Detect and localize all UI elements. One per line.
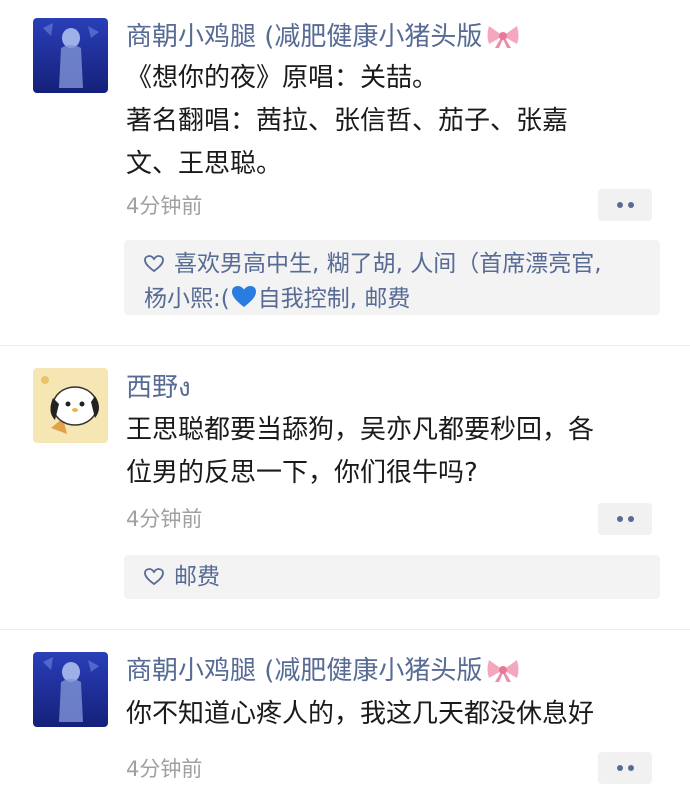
dot-icon xyxy=(616,765,623,771)
timestamp: 4分钟前 xyxy=(126,507,203,531)
dot-icon xyxy=(627,765,634,771)
heart-outline-icon xyxy=(144,250,164,283)
blue-heart-icon xyxy=(231,285,257,319)
dot-icon xyxy=(627,202,634,208)
comment-text: 你不知道心疼人的，我这几天都没休息好 xyxy=(126,693,666,736)
author-name[interactable]: 商朝小鸡腿 (减肥健康小猪头版 xyxy=(126,19,520,59)
comment-line: 文、王思聪。 xyxy=(126,149,283,179)
divider xyxy=(0,345,690,346)
comment-line: 位男的反思一下，你们很牛吗? xyxy=(126,458,478,488)
more-options-button[interactable] xyxy=(598,189,652,221)
likes-names-line[interactable]: 邮费 xyxy=(174,564,220,590)
dot-icon xyxy=(627,516,634,522)
comment-text: 《想你的夜》原唱：关喆。 著名翻唱：茜拉、张信哲、茄子、张嘉 文、王思聪。 xyxy=(126,57,666,186)
more-options-button[interactable] xyxy=(598,752,652,784)
author-name[interactable]: 商朝小鸡腿 (减肥健康小猪头版 xyxy=(126,653,520,693)
likes-names-line[interactable]: 喜欢男高中生, 糊了胡, 人间（首席漂亮官, xyxy=(174,251,602,277)
comment-line: 《想你的夜》原唱：关喆。 xyxy=(126,63,439,93)
divider xyxy=(0,629,690,630)
comment-line: 著名翻唱：茜拉、张信哲、茄子、张嘉 xyxy=(126,106,569,136)
comment-line: 王思聪都要当舔狗，吴亦凡都要秒回，各 xyxy=(126,415,595,445)
avatar[interactable] xyxy=(33,652,108,727)
timestamp: 4分钟前 xyxy=(126,194,203,218)
ribbon-bow-icon xyxy=(486,657,520,693)
heart-outline-icon xyxy=(144,565,164,593)
more-options-button[interactable] xyxy=(598,503,652,535)
avatar[interactable] xyxy=(33,18,108,93)
comment-line: 你不知道心疼人的，我这几天都没休息好 xyxy=(126,699,595,729)
dot-icon xyxy=(616,202,623,208)
ribbon-bow-icon xyxy=(486,23,520,59)
avatar[interactable] xyxy=(33,368,108,443)
likes-box: 喜欢男高中生, 糊了胡, 人间（首席漂亮官, 杨小熙:(自我控制, 邮费 xyxy=(124,240,660,315)
comment-text: 王思聪都要当舔狗，吴亦凡都要秒回，各 位男的反思一下，你们很牛吗? xyxy=(126,409,666,495)
timestamp: 4分钟前 xyxy=(126,757,203,781)
author-name[interactable]: 西野ง xyxy=(126,370,191,406)
dot-icon xyxy=(616,516,623,522)
likes-box: 邮费 xyxy=(124,555,660,599)
